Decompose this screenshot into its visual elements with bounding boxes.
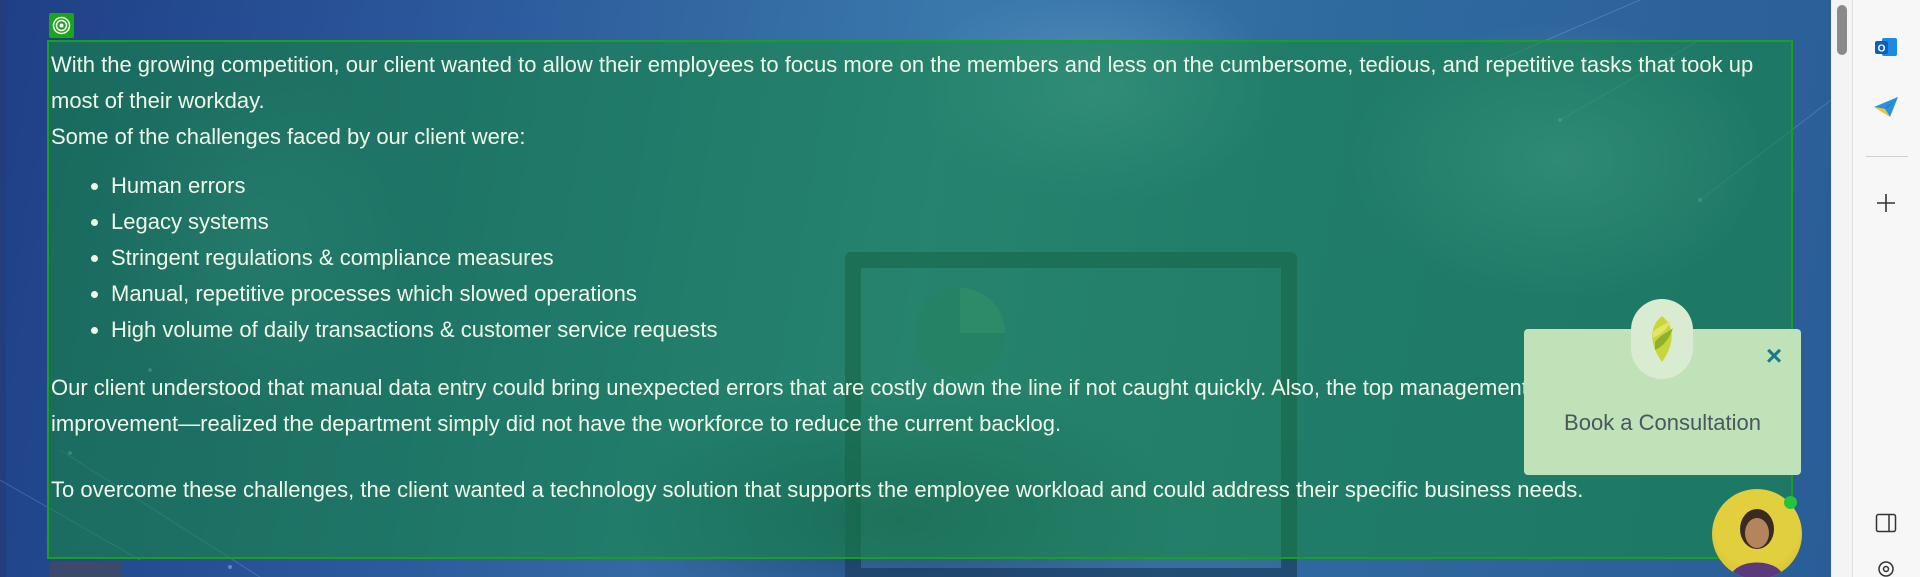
- solution-paragraph: To overcome these challenges, the client…: [51, 477, 1584, 502]
- list-item: Legacy systems: [111, 204, 1771, 240]
- challenges-list: Human errors Legacy systems Stringent re…: [51, 168, 1771, 348]
- scrollbar-track[interactable]: [1831, 0, 1852, 577]
- intro-paragraph: With the growing competition, our client…: [51, 52, 1754, 113]
- list-item: Human errors: [111, 168, 1771, 204]
- list-item: Stringent regulations & compliance measu…: [111, 240, 1771, 276]
- online-status-indicator: [1784, 496, 1797, 509]
- send-icon[interactable]: [1866, 87, 1906, 127]
- settings-icon[interactable]: [1866, 557, 1906, 577]
- sidebar-divider: [1866, 156, 1908, 157]
- case-study-content: With the growing competition, our client…: [51, 47, 1771, 508]
- list-item: High volume of daily transactions & cust…: [111, 312, 1771, 348]
- outlook-icon[interactable]: O: [1866, 27, 1906, 67]
- webpage-viewport: With the growing competition, our client…: [0, 0, 1831, 577]
- challenges-heading: Some of the challenges faced by our clie…: [51, 124, 526, 149]
- split-view-icon[interactable]: [1866, 503, 1906, 543]
- close-icon[interactable]: ×: [1763, 342, 1785, 370]
- management-paragraph: Our client understood that manual data e…: [51, 375, 1750, 436]
- list-item: Manual, repetitive processes which slowe…: [111, 276, 1771, 312]
- svg-text:O: O: [1878, 44, 1886, 55]
- add-icon[interactable]: [1866, 183, 1906, 223]
- brand-leaf-logo: [1631, 299, 1693, 379]
- book-consultation-button[interactable]: Book a Consultation: [1524, 410, 1801, 436]
- highlight-target-icon: [49, 13, 74, 38]
- scrollbar-thumb[interactable]: [1837, 5, 1847, 55]
- bottom-tab[interactable]: [50, 561, 122, 577]
